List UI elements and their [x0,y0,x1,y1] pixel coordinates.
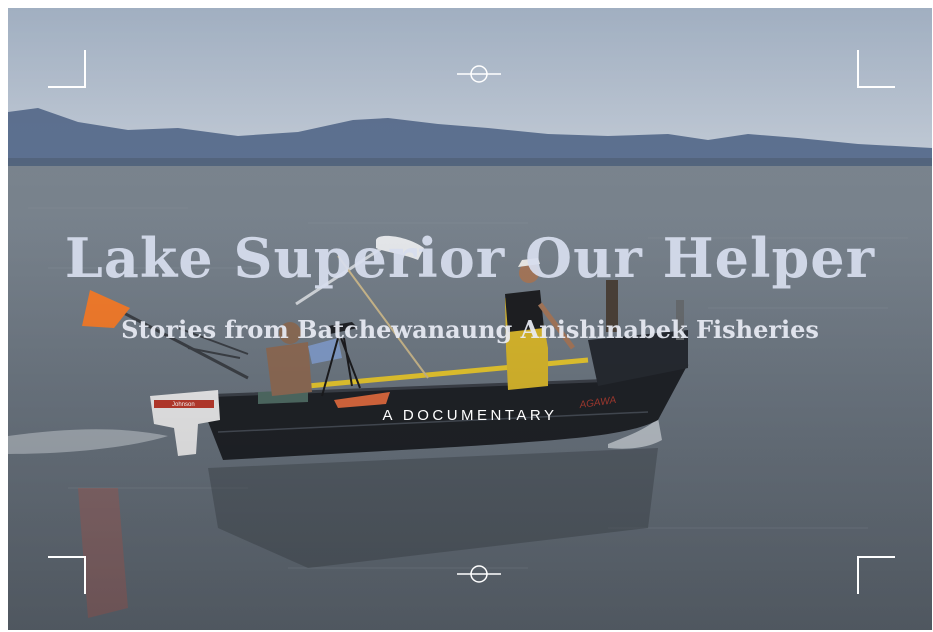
hero-subtitle: Stories from Batchewanaung Anishinabek F… [121,315,819,344]
corner-bracket-icon [857,50,895,88]
crosshair-icon [457,65,501,83]
hero-tagline: A DOCUMENTARY [382,407,558,424]
corner-bracket-icon [48,556,86,594]
crosshair-icon [457,565,501,583]
corner-bracket-icon [48,50,86,88]
shoreline [8,158,932,166]
hero-image-frame: AGAWA Johnson Lake Superior Our Helper S… [8,8,932,630]
corner-bracket-icon [857,556,895,594]
hero-title: Lake Superior Our Helper [64,226,876,290]
